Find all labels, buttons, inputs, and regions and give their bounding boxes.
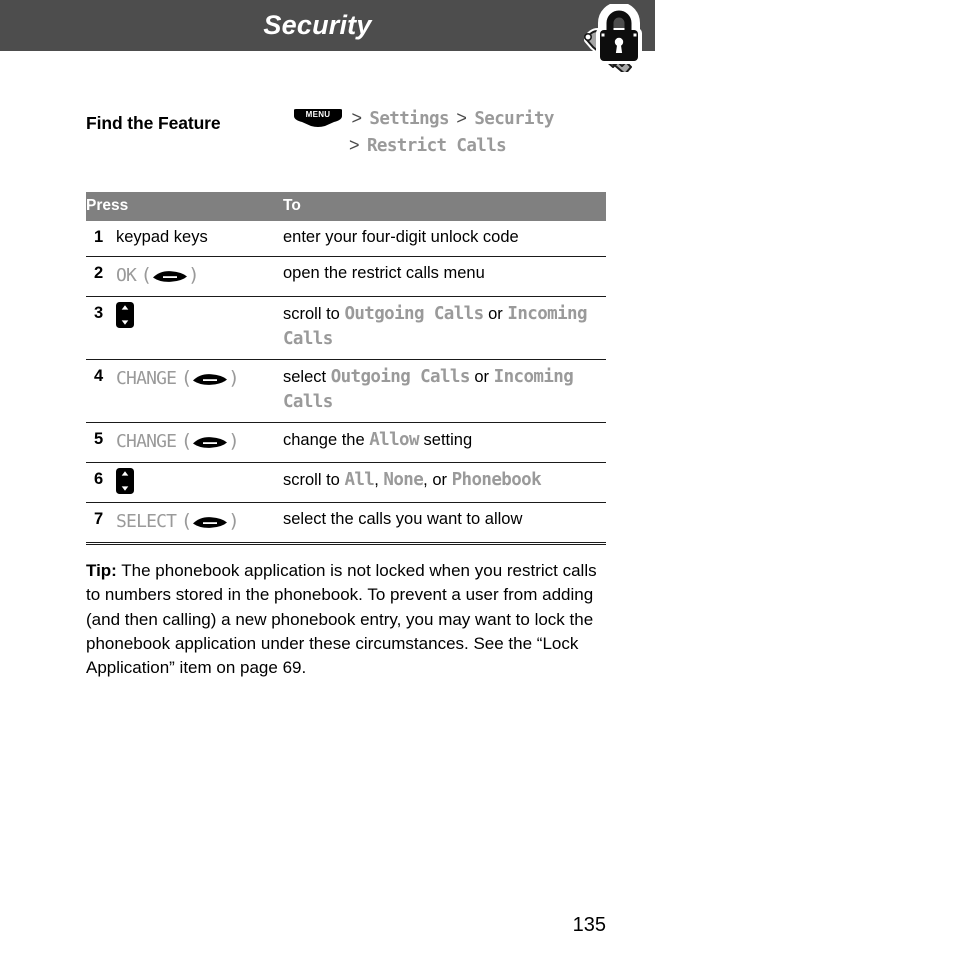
paren-open: (	[140, 264, 153, 287]
path-item-settings: Settings	[369, 109, 449, 129]
action-text: open the restrict calls menu	[283, 264, 485, 283]
softkey-label: OK	[116, 265, 137, 287]
paren-close: )	[228, 429, 240, 452]
column-header-press: Press	[86, 192, 283, 221]
nav-scroll-key-icon[interactable]	[116, 302, 134, 329]
display-term: All	[344, 469, 375, 490]
press-label: keypad keys	[116, 228, 208, 246]
action-text: or	[469, 368, 494, 387]
tip-text: The phonebook application is not locked …	[86, 561, 597, 678]
menu-path-line-1: MENU > Settings > Security	[294, 108, 646, 135]
softkey-arrow-icon[interactable]	[152, 270, 188, 283]
table-row: 2 OK () open the restrict calls menu	[86, 256, 606, 298]
table-row: 4 CHANGE () select Outgoing Calls or Incom…	[86, 359, 606, 423]
page-title: Security	[263, 10, 372, 40]
step-action-cell: select Outgoing Calls or Incoming Calls	[283, 359, 606, 423]
paren-open: (	[180, 429, 193, 452]
column-header-to: To	[283, 192, 606, 221]
action-text: scroll to	[283, 305, 345, 324]
steps-table-head: Press To	[86, 192, 606, 221]
path-separator: >	[349, 135, 360, 155]
nav-scroll-key-icon[interactable]	[116, 467, 134, 494]
tip-label: Tip:	[86, 561, 117, 580]
step-action-cell: enter your four-digit unlock code	[283, 221, 606, 258]
step-number: 1	[86, 221, 116, 258]
display-term: Outgoing Calls	[330, 367, 471, 388]
step-action-cell: scroll to All, None, or Phonebook	[283, 462, 606, 504]
display-term: None	[383, 469, 424, 490]
display-term: Phonebook	[451, 469, 542, 490]
path-item-security: Security	[474, 109, 554, 129]
table-header-row: Press To	[86, 192, 606, 221]
table-row: 5 CHANGE () change the Allow setting	[86, 422, 606, 463]
paren-close: )	[228, 367, 240, 390]
action-text: or	[483, 305, 508, 324]
step-press-cell: OK ()	[116, 256, 283, 298]
softkey-label: CHANGE	[116, 430, 177, 452]
path-item-restrict-calls: Restrict Calls	[366, 136, 507, 156]
display-term: Outgoing Calls	[344, 304, 484, 325]
step-press-cell	[116, 462, 283, 504]
action-text: select the calls you want to allow	[283, 510, 523, 529]
path-separator: >	[351, 108, 362, 128]
padlock-and-key-icon	[573, 2, 653, 77]
softkey-arrow-icon[interactable]	[192, 436, 228, 449]
step-press-cell: SELECT ()	[116, 502, 283, 546]
step-press-cell: CHANGE ()	[116, 359, 283, 423]
step-number: 6	[86, 462, 116, 504]
step-number: 2	[86, 256, 116, 298]
paren-close: )	[188, 264, 200, 287]
action-text: change the	[283, 430, 370, 449]
softkey-arrow-icon[interactable]	[192, 373, 228, 386]
step-number: 5	[86, 422, 116, 463]
steps-table-body: 1 keypad keys enter your four-digit unlock…	[86, 221, 606, 546]
step-action-cell: scroll to Outgoing Calls or Incoming Cal…	[283, 296, 606, 361]
action-text: enter your four-digit unlock code	[283, 228, 519, 246]
paren-open: (	[180, 367, 193, 390]
menu-key-badge-label: MENU	[305, 110, 331, 119]
step-number: 7	[86, 502, 116, 546]
page-number: 135	[572, 914, 606, 936]
table-row: 3 scroll to Outgoing Calls or Incoming Ca…	[86, 296, 606, 361]
tip-paragraph: Tip: The phonebook application is not lo…	[86, 559, 613, 680]
softkey-label: CHANGE	[116, 368, 177, 390]
display-term: Allow	[369, 429, 419, 450]
page-header-bar: Security	[0, 0, 655, 51]
softkey-arrow-icon[interactable]	[192, 516, 228, 529]
path-separator: >	[456, 108, 467, 128]
step-press-cell: keypad keys	[116, 221, 283, 258]
step-press-cell	[116, 296, 283, 361]
menu-path: MENU > Settings > Security > Restrict Ca…	[294, 108, 646, 162]
softkey-label: SELECT	[116, 511, 177, 533]
table-row: 1 keypad keys enter your four-digit unlock…	[86, 221, 606, 258]
find-the-feature-label: Find the Feature	[86, 113, 221, 133]
action-text: scroll to	[283, 470, 345, 489]
menu-path-line-2: > Restrict Calls	[294, 135, 646, 162]
step-number: 4	[86, 359, 116, 423]
paren-open: (	[180, 510, 193, 533]
step-action-cell: open the restrict calls menu	[283, 256, 606, 298]
action-text: setting	[418, 430, 473, 449]
menu-key-badge-icon[interactable]: MENU	[294, 109, 342, 127]
steps-table: Press To 1 keypad keys enter your four-dig…	[86, 192, 606, 546]
paren-close: )	[228, 510, 240, 533]
action-text: select	[283, 368, 331, 387]
table-row: 7 SELECT () select the calls you want to a…	[86, 502, 606, 546]
step-action-cell: select the calls you want to allow	[283, 502, 606, 546]
table-row: 6 scroll to All, None, or Phonebook	[86, 462, 606, 504]
step-press-cell: CHANGE ()	[116, 422, 283, 463]
step-action-cell: change the Allow setting	[283, 422, 606, 463]
step-number: 3	[86, 296, 116, 361]
action-text: , or	[423, 470, 452, 489]
